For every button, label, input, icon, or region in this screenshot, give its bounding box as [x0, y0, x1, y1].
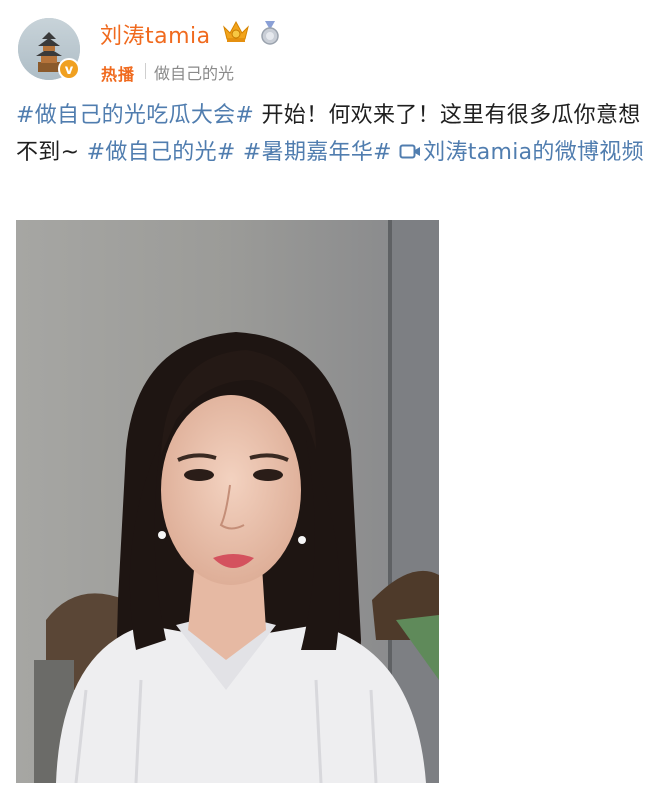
username[interactable]: 刘涛tamia	[100, 18, 211, 50]
crown-icon[interactable]	[222, 19, 250, 43]
video-thumbnail[interactable]	[16, 220, 439, 783]
post-text: #做自己的光吃瓜大会# 开始！何欢来了！这里有很多瓜你意想不到~ #做自己的光#…	[16, 98, 648, 171]
video-link-label: 刘涛tamia的微博视频	[423, 139, 644, 165]
video-frame	[16, 220, 439, 783]
video-icon	[399, 144, 421, 158]
post-source[interactable]: 做自己的光	[154, 60, 234, 84]
video-link[interactable]: 刘涛tamia的微博视频	[399, 140, 644, 165]
verified-badge-icon: v	[58, 58, 80, 80]
divider	[145, 63, 146, 79]
topic-link[interactable]: #做自己的光#	[87, 140, 236, 165]
hot-label: 热播	[101, 65, 136, 84]
topic-link[interactable]: #暑期嘉年华#	[243, 140, 392, 165]
medal-icon[interactable]	[259, 21, 281, 45]
topic-link[interactable]: #做自己的光吃瓜大会#	[16, 103, 254, 128]
